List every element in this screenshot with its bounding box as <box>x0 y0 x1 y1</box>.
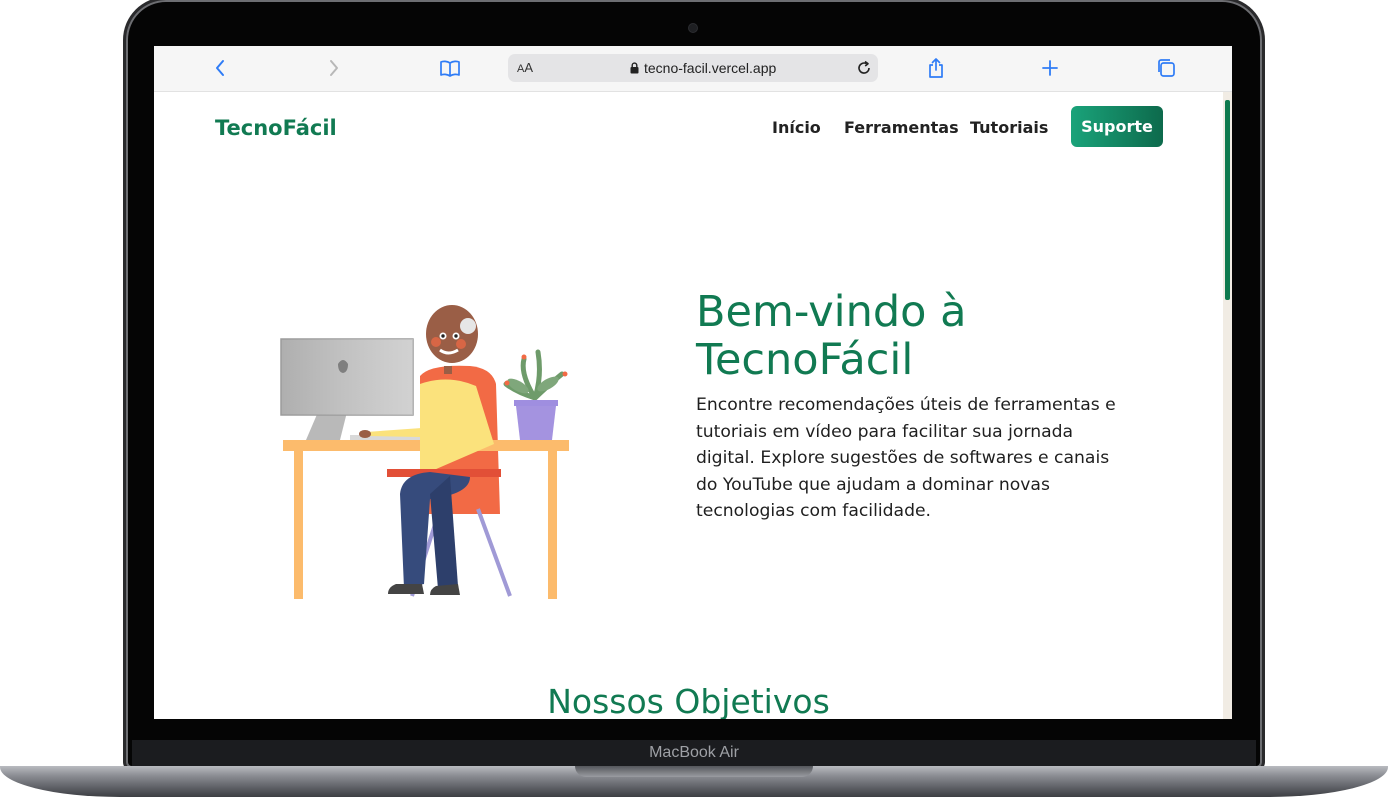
share-button[interactable] <box>925 56 947 80</box>
camera-icon <box>689 24 697 32</box>
hero-title: Bem-vindo à TecnoFácil <box>696 287 967 385</box>
scrollbar-thumb[interactable] <box>1225 100 1230 300</box>
plus-icon <box>1042 60 1058 76</box>
plant-pot-rim <box>514 400 558 406</box>
share-icon <box>929 58 943 78</box>
section-title: Nossos Objetivos <box>547 682 830 719</box>
screen: AA tecno-facil.vercel.app TecnoFácil Iní… <box>154 46 1232 719</box>
plant-pot <box>516 406 556 440</box>
browser-toolbar: AA tecno-facil.vercel.app <box>154 46 1232 92</box>
scrollbar[interactable] <box>1223 92 1232 719</box>
web-page: TecnoFácil Início Ferramentas Tutoriais … <box>154 92 1223 719</box>
nav-inicio-link[interactable]: Início <box>772 118 821 137</box>
tabs-icon <box>1158 59 1175 77</box>
shoe <box>430 584 460 595</box>
head <box>426 305 478 363</box>
address-bar[interactable]: AA tecno-facil.vercel.app <box>508 54 878 82</box>
url-text: tecno-facil.vercel.app <box>644 60 777 76</box>
table-leg <box>548 451 557 599</box>
bookmarks-button[interactable] <box>438 56 462 80</box>
nav-ferramentas-link[interactable]: Ferramentas <box>844 118 959 137</box>
back-button[interactable] <box>210 56 230 80</box>
reload-icon[interactable] <box>856 60 872 76</box>
chevron-left-icon <box>216 60 224 76</box>
table-leg <box>294 451 303 599</box>
elderly-man-at-computer-illustration <box>280 305 569 599</box>
book-icon <box>440 60 460 77</box>
nav-tutoriais-link[interactable]: Tutoriais <box>970 118 1048 137</box>
lock-icon <box>630 62 639 74</box>
site-logo[interactable]: TecnoFácil <box>215 116 337 140</box>
tabs-overview-button[interactable] <box>1155 56 1177 80</box>
forward-button[interactable] <box>324 56 344 80</box>
text-size-button[interactable]: AA <box>517 60 533 75</box>
laptop-notch <box>575 766 813 777</box>
plant-leaves <box>503 349 565 401</box>
model-label: MacBook Air <box>649 744 739 761</box>
new-tab-button[interactable] <box>1040 56 1060 80</box>
hero-description: Encontre recomendações úteis de ferramen… <box>696 395 1116 521</box>
shoe <box>388 584 424 594</box>
support-button[interactable]: Suporte <box>1071 106 1163 147</box>
chevron-right-icon <box>330 60 338 76</box>
